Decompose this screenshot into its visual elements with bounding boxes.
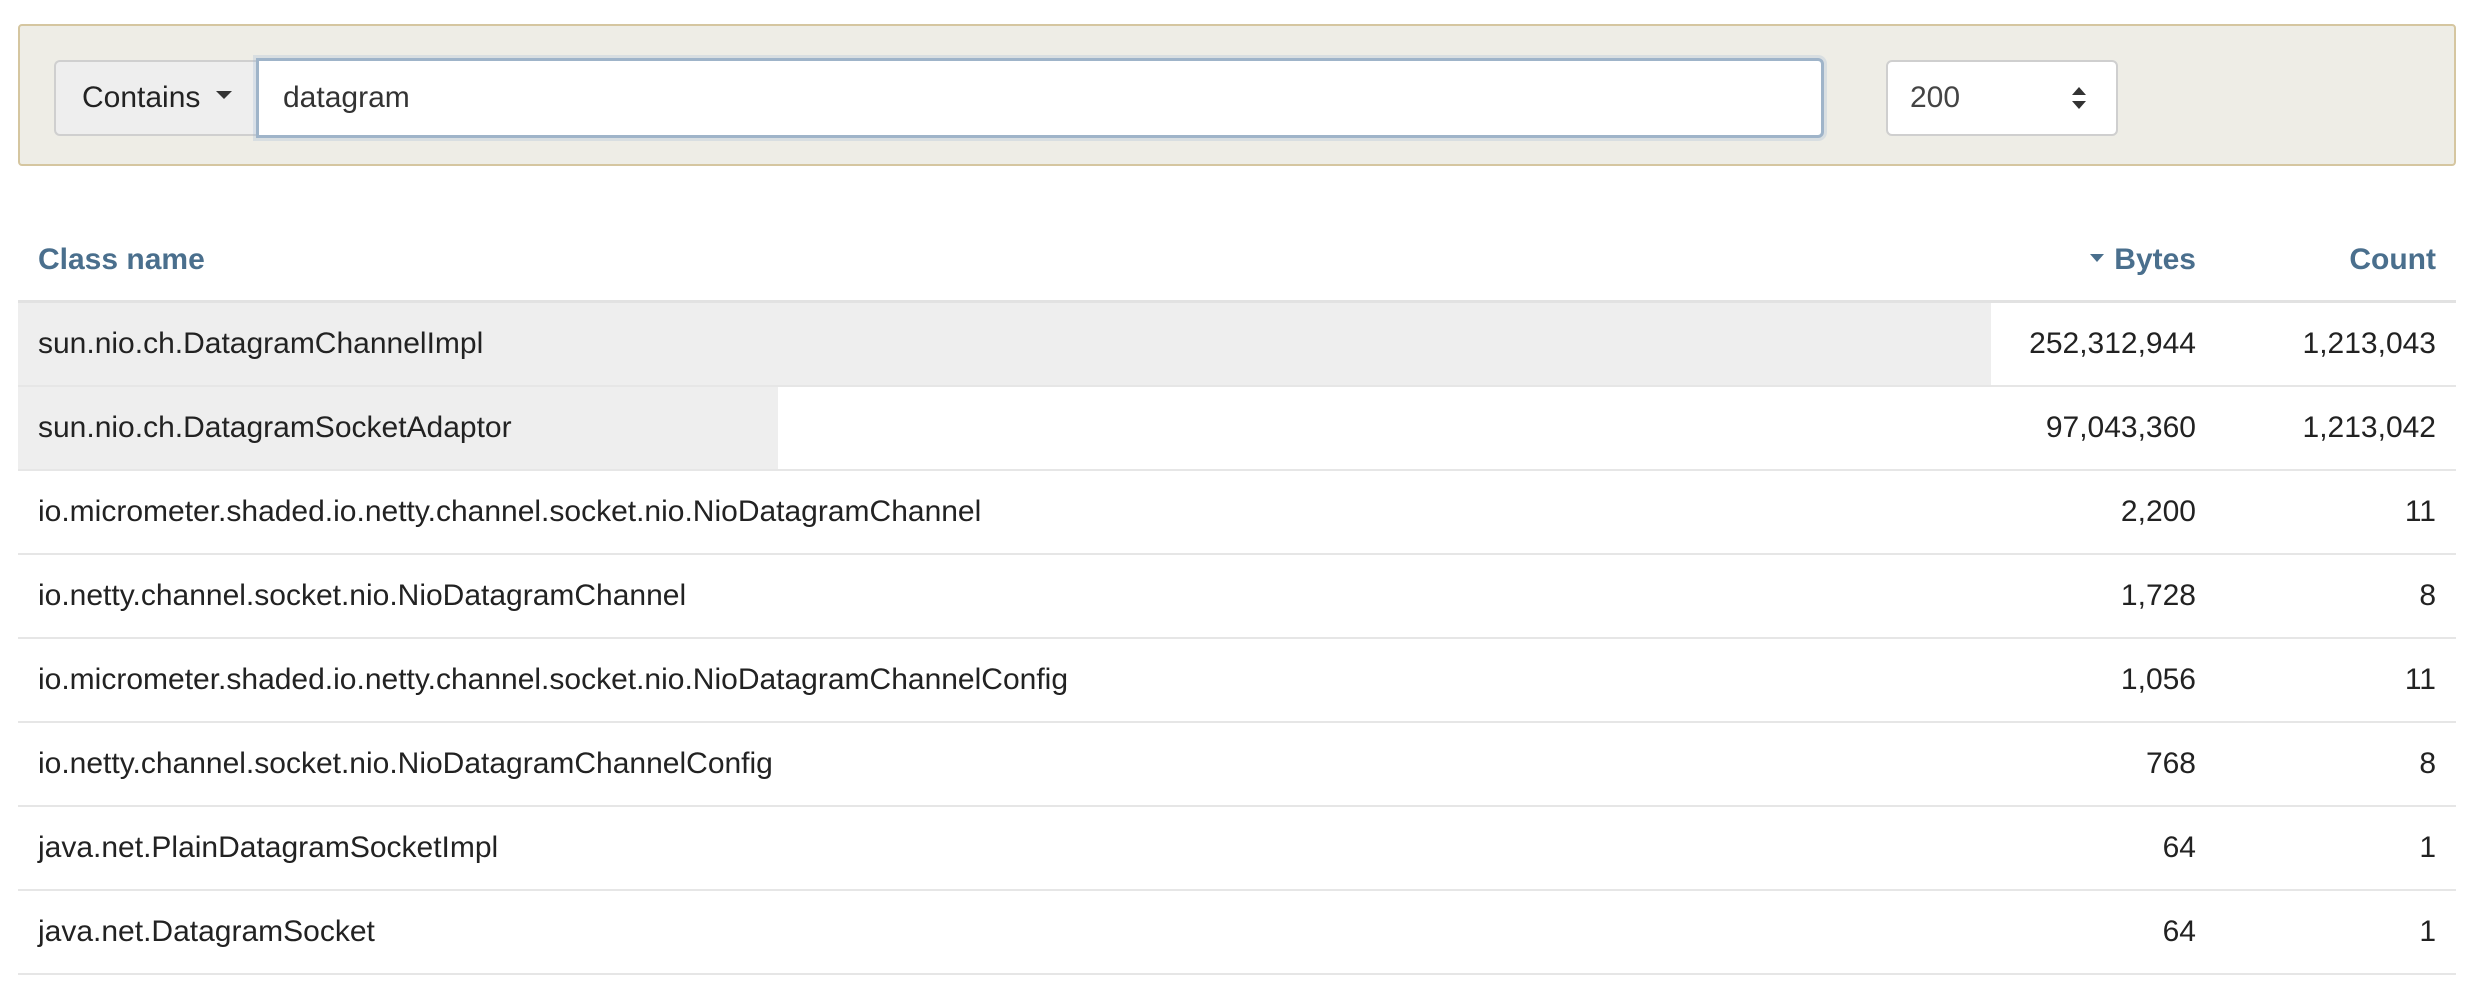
up-down-arrows-icon	[2072, 87, 2086, 109]
row-limit-select[interactable]: 200	[1886, 60, 2118, 136]
cell-class-name: java.net.PlainDatagramSocketImpl	[38, 831, 499, 864]
cell-bytes: 97,043,360	[2045, 411, 2196, 444]
table-row[interactable]: sun.nio.ch.DatagramSocketAdaptor 97,043,3…	[18, 387, 2456, 471]
cell-bytes: 64	[2162, 915, 2196, 948]
table-header: Class name Bytes Count	[18, 220, 2456, 303]
cell-class-name: io.netty.channel.socket.nio.NioDatagramC…	[38, 579, 687, 612]
cell-count: 8	[2419, 747, 2436, 780]
table-row[interactable]: java.net.DatagramSocket 64 1	[18, 891, 2456, 975]
cell-bytes: 768	[2145, 747, 2196, 780]
cell-count: 1	[2419, 915, 2436, 948]
sort-descending-icon	[2090, 254, 2105, 262]
table-row[interactable]: io.micrometer.shaded.io.netty.channel.so…	[18, 471, 2456, 555]
cell-class-name: io.netty.channel.socket.nio.NioDatagramC…	[38, 747, 773, 780]
cell-class-name: sun.nio.ch.DatagramChannelImpl	[38, 327, 484, 360]
cell-count: 11	[2404, 663, 2436, 696]
cell-count: 11	[2404, 495, 2436, 528]
table-row[interactable]: io.netty.channel.socket.nio.NioDatagramC…	[18, 555, 2456, 639]
table-row[interactable]: io.netty.channel.socket.nio.NioDatagramC…	[18, 723, 2456, 807]
cell-class-name: java.net.DatagramSocket	[38, 915, 375, 948]
cell-count: 1	[2419, 831, 2436, 864]
column-header-class-name[interactable]: Class name	[38, 220, 205, 300]
caret-down-icon	[216, 91, 233, 99]
column-header-count[interactable]: Count	[2349, 220, 2436, 300]
row-limit-value: 200	[1910, 81, 1961, 114]
page: Contains 200 Class name Bytes Count sun.…	[0, 0, 2472, 990]
table-row[interactable]: io.micrometer.shaded.io.netty.channel.so…	[18, 639, 2456, 723]
cell-bytes: 2,200	[2120, 495, 2196, 528]
cell-class-name: sun.nio.ch.DatagramSocketAdaptor	[38, 411, 512, 444]
match-mode-label: Contains	[82, 81, 201, 114]
filter-panel: Contains 200	[18, 24, 2456, 166]
column-header-bytes[interactable]: Bytes	[2090, 220, 2196, 300]
class-search-input[interactable]	[256, 58, 1824, 138]
cell-class-name: io.micrometer.shaded.io.netty.channel.so…	[38, 663, 1069, 696]
cell-bytes: 64	[2162, 831, 2196, 864]
table-body: sun.nio.ch.DatagramChannelImpl 252,312,94…	[18, 303, 2456, 975]
cell-bytes: 252,312,944	[2029, 327, 2196, 360]
cell-bytes: 1,728	[2120, 579, 2196, 612]
match-mode-dropdown[interactable]: Contains	[54, 60, 258, 136]
table-row[interactable]: sun.nio.ch.DatagramChannelImpl 252,312,94…	[18, 303, 2456, 387]
table-row[interactable]: java.net.PlainDatagramSocketImpl 64 1	[18, 807, 2456, 891]
cell-count: 8	[2419, 579, 2436, 612]
cell-count: 1,213,043	[2302, 327, 2436, 360]
cell-bytes: 1,056	[2120, 663, 2196, 696]
cell-count: 1,213,042	[2302, 411, 2436, 444]
cell-class-name: io.micrometer.shaded.io.netty.channel.so…	[38, 495, 982, 528]
class-histogram-table: Class name Bytes Count sun.nio.ch.Datagr…	[18, 220, 2456, 975]
